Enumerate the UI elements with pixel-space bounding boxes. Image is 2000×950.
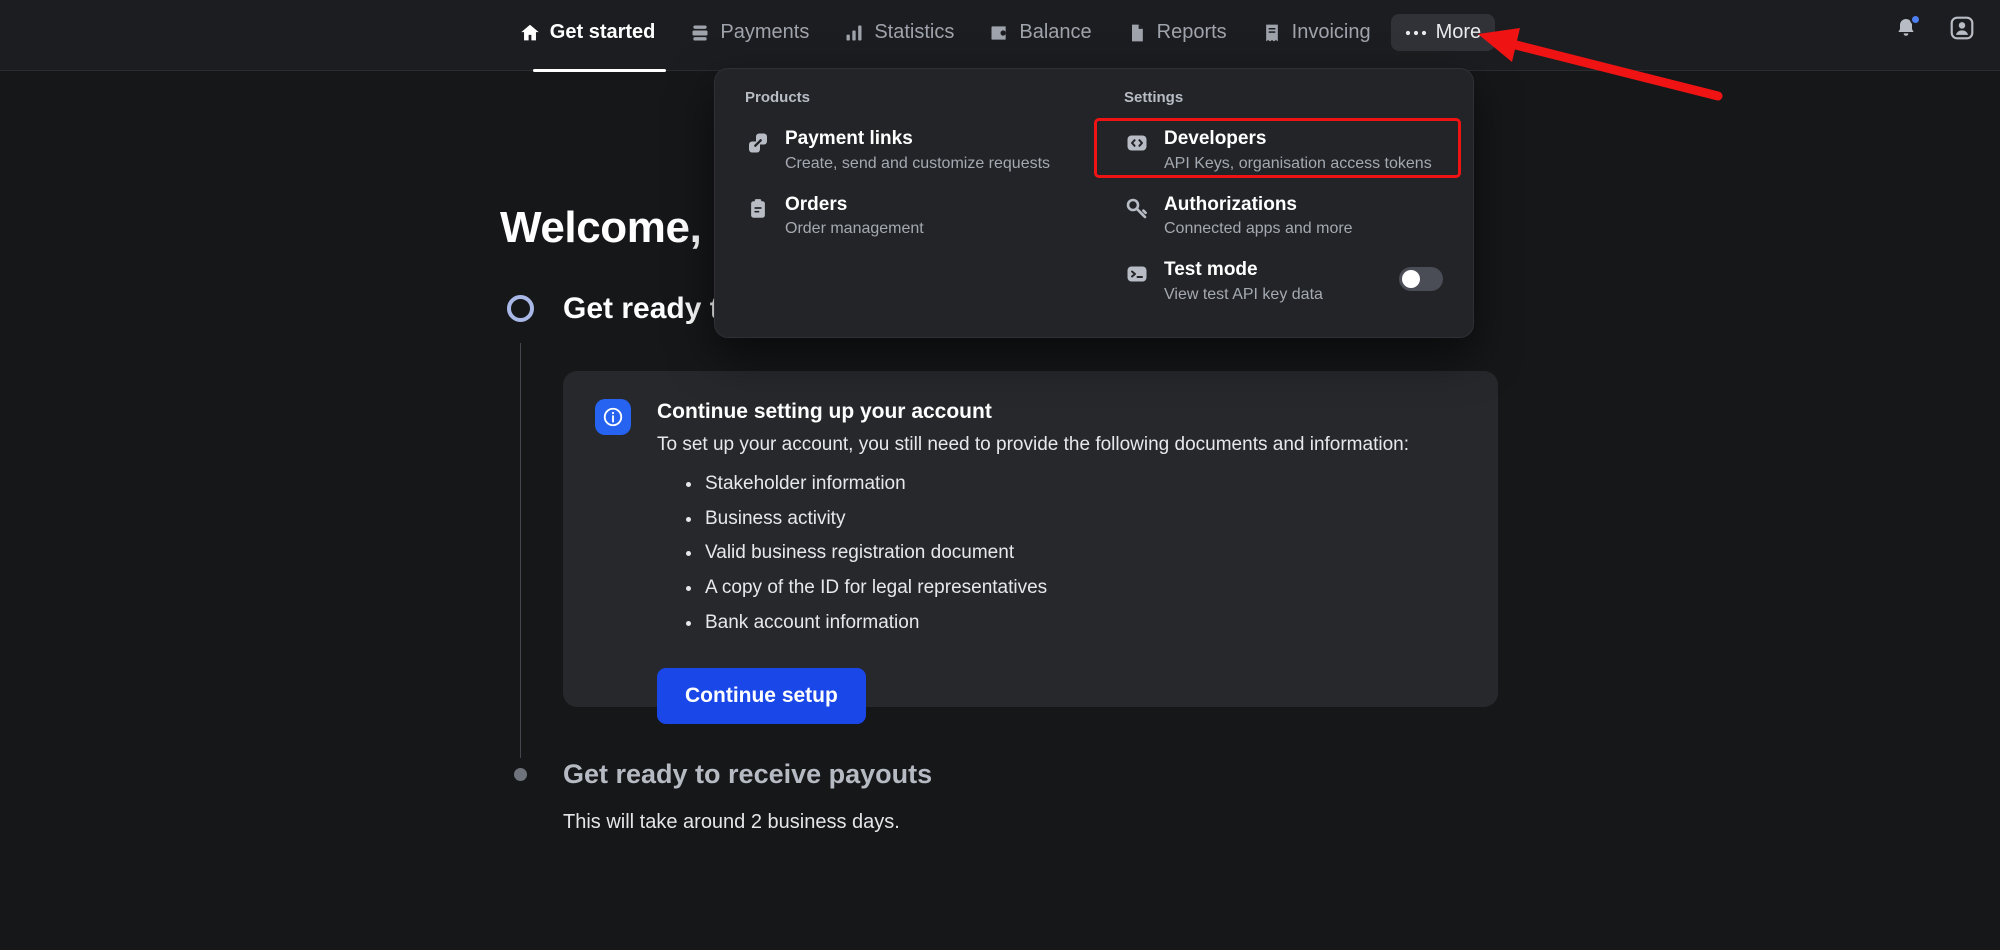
dropdown-item-developers[interactable]: Developers API Keys, organisation access… — [1112, 118, 1455, 184]
account-button[interactable] — [1948, 14, 1976, 42]
key-icon — [1124, 196, 1150, 222]
dropdown-item-text: Payment links Create, send and customize… — [785, 127, 1064, 175]
nav-item-reports[interactable]: Reports — [1112, 14, 1241, 51]
step-title-payouts: Get ready to receive payouts — [563, 759, 932, 790]
dropdown-item-test-mode[interactable]: Test mode View test API key data — [1112, 249, 1455, 315]
list-item: Stakeholder information — [683, 472, 1047, 497]
nav-label: Invoicing — [1292, 21, 1371, 44]
test-mode-toggle[interactable] — [1399, 267, 1443, 291]
account-avatar-icon — [1949, 15, 1975, 41]
nav-item-more[interactable]: More — [1391, 14, 1496, 51]
setup-card: Continue setting up your account To set … — [563, 371, 1498, 707]
dropdown-settings-column: Settings Developers API Keys, organisati… — [1094, 89, 1473, 319]
dropdown-item-title: Orders — [785, 194, 847, 215]
clipboard-icon — [745, 196, 771, 222]
list-item: Bank account information — [683, 611, 1047, 636]
wallet-icon — [988, 22, 1010, 44]
continue-setup-button[interactable]: Continue setup — [657, 668, 866, 724]
home-icon — [519, 22, 541, 44]
payments-card-icon — [689, 22, 711, 44]
dropdown-item-title: Payment links — [785, 128, 913, 149]
timeline-connector — [520, 343, 521, 758]
dropdown-item-authorizations[interactable]: Authorizations Connected apps and more — [1112, 184, 1455, 250]
nav-item-balance[interactable]: Balance — [974, 14, 1105, 51]
dropdown-item-text: Test mode View test API key data — [1164, 258, 1385, 306]
more-dropdown-menu: Products Payment links Create, send and … — [714, 68, 1474, 338]
nav-label: More — [1436, 21, 1482, 44]
bar-chart-icon — [843, 22, 865, 44]
nav-label: Balance — [1019, 21, 1091, 44]
dropdown-item-text: Developers API Keys, organisation access… — [1164, 127, 1443, 175]
dropdown-item-title: Authorizations — [1164, 194, 1297, 215]
dropdown-item-subtitle: View test API key data — [1164, 285, 1385, 306]
dropdown-item-subtitle: Order management — [785, 219, 1064, 240]
dropdown-item-title: Test mode — [1164, 259, 1258, 280]
nav-item-invoicing[interactable]: Invoicing — [1247, 14, 1385, 51]
dropdown-products-column: Products Payment links Create, send and … — [715, 89, 1094, 319]
list-item: Valid business registration document — [683, 541, 1047, 566]
step-title-current: Get ready t — [563, 292, 720, 326]
dropdown-item-subtitle: Create, send and customize requests — [785, 154, 1064, 175]
dropdown-item-orders[interactable]: Orders Order management — [733, 184, 1076, 250]
ellipsis-icon — [1405, 22, 1427, 44]
top-navigation-bar: Get started Payments — [0, 0, 2000, 71]
info-icon — [595, 399, 631, 435]
nav-right-actions — [1892, 14, 1976, 42]
notifications-button[interactable] — [1892, 14, 1920, 42]
settings-heading: Settings — [1112, 89, 1455, 118]
setup-card-inner: Continue setting up your account To set … — [563, 371, 1498, 401]
code-brackets-icon — [1124, 130, 1150, 156]
nav-item-payments[interactable]: Payments — [675, 14, 823, 51]
dropdown-item-title: Developers — [1164, 128, 1266, 149]
document-icon — [1126, 22, 1148, 44]
nav-items-container: Get started Payments — [0, 0, 2000, 71]
dropdown-item-payment-links[interactable]: Payment links Create, send and customize… — [733, 118, 1076, 184]
nav-item-get-started[interactable]: Get started — [505, 14, 670, 51]
dropdown-item-subtitle: API Keys, organisation access tokens — [1164, 154, 1443, 175]
nav-label: Statistics — [874, 21, 954, 44]
step-indicator-current — [507, 295, 534, 322]
nav-label: Payments — [720, 21, 809, 44]
notification-badge-dot — [1910, 14, 1921, 25]
nav-label: Get started — [550, 21, 656, 44]
terminal-icon — [1124, 261, 1150, 287]
nav-label: Reports — [1157, 21, 1227, 44]
app-root: Get started Payments — [0, 0, 2000, 950]
list-item: A copy of the ID for legal representativ… — [683, 576, 1047, 601]
requirements-list: Stakeholder information Business activit… — [683, 472, 1047, 645]
invoice-icon — [1261, 22, 1283, 44]
page-title: Welcome, — [500, 203, 701, 253]
setup-card-title: Continue setting up your account — [657, 400, 992, 424]
list-item: Business activity — [683, 507, 1047, 532]
step-indicator-upcoming — [514, 768, 527, 781]
toggle-knob — [1402, 270, 1420, 288]
step-subtitle-payouts: This will take around 2 business days. — [563, 811, 900, 834]
setup-card-description: To set up your account, you still need t… — [657, 432, 1467, 458]
link-squares-icon — [745, 130, 771, 156]
nav-item-statistics[interactable]: Statistics — [829, 14, 968, 51]
dropdown-item-text: Authorizations Connected apps and more — [1164, 193, 1443, 241]
dropdown-item-text: Orders Order management — [785, 193, 1064, 241]
dropdown-item-subtitle: Connected apps and more — [1164, 219, 1443, 240]
products-heading: Products — [733, 89, 1076, 118]
